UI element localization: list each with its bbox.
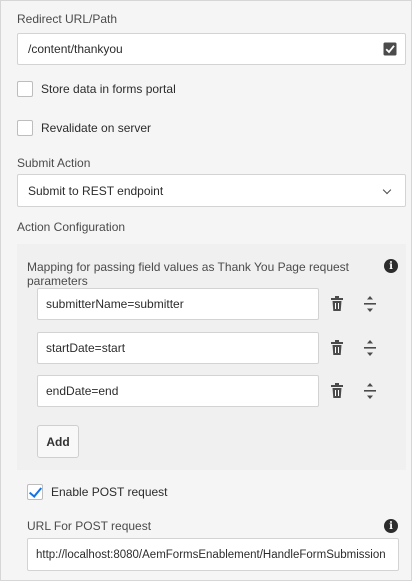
revalidate-checkbox[interactable] — [17, 120, 33, 136]
mapping-row-input-2[interactable]: startDate=start — [37, 332, 319, 364]
submit-action-select[interactable]: Submit to REST endpoint — [17, 174, 406, 207]
reorder-icon[interactable] — [361, 295, 379, 313]
post-url-input[interactable]: http://localhost:8080/AemFormsEnablement… — [27, 538, 399, 571]
trash-icon[interactable] — [328, 382, 346, 400]
trash-icon[interactable] — [328, 295, 346, 313]
mapping-row-value: submitterName=submitter — [46, 297, 184, 311]
post-url-label: URL For POST request — [27, 519, 152, 533]
submission-settings-panel: Redirect URL/Path /content/thankyou Stor… — [0, 0, 412, 581]
enable-post-checkbox[interactable] — [27, 484, 43, 500]
action-config-label: Action Configuration — [17, 220, 126, 234]
reorder-icon[interactable] — [361, 382, 379, 400]
store-data-checkbox[interactable] — [17, 81, 33, 97]
mapping-label: Mapping for passing field values as Than… — [27, 260, 349, 288]
submit-action-label: Submit Action — [17, 156, 91, 170]
mapping-row-input-3[interactable]: endDate=end — [37, 375, 319, 407]
revalidate-label: Revalidate on server — [41, 121, 152, 135]
redirect-url-input[interactable]: /content/thankyou — [17, 33, 406, 65]
check-icon — [383, 42, 397, 56]
chevron-down-icon — [382, 185, 392, 195]
trash-icon[interactable] — [328, 339, 346, 357]
path-browser-button[interactable] — [374, 36, 406, 62]
info-icon[interactable]: i — [384, 259, 398, 273]
mapping-row-value: endDate=end — [46, 384, 119, 398]
redirect-url-label: Redirect URL/Path — [17, 12, 118, 26]
enable-post-label: Enable POST request — [51, 485, 168, 499]
submit-action-value: Submit to REST endpoint — [28, 183, 164, 198]
enable-post-checkbox-row[interactable]: Enable POST request — [27, 484, 168, 500]
revalidate-checkbox-row[interactable]: Revalidate on server — [17, 120, 151, 136]
add-mapping-button[interactable]: Add — [37, 425, 79, 458]
mapping-row-value: startDate=start — [46, 341, 126, 355]
store-data-label: Store data in forms portal — [41, 82, 176, 96]
redirect-url-value: /content/thankyou — [28, 42, 123, 56]
store-data-checkbox-row[interactable]: Store data in forms portal — [17, 81, 176, 97]
mapping-row-input-1[interactable]: submitterName=submitter — [37, 288, 319, 320]
reorder-icon[interactable] — [361, 339, 379, 357]
info-icon[interactable]: i — [384, 519, 398, 533]
post-url-value: http://localhost:8080/AemFormsEnablement… — [36, 548, 386, 561]
